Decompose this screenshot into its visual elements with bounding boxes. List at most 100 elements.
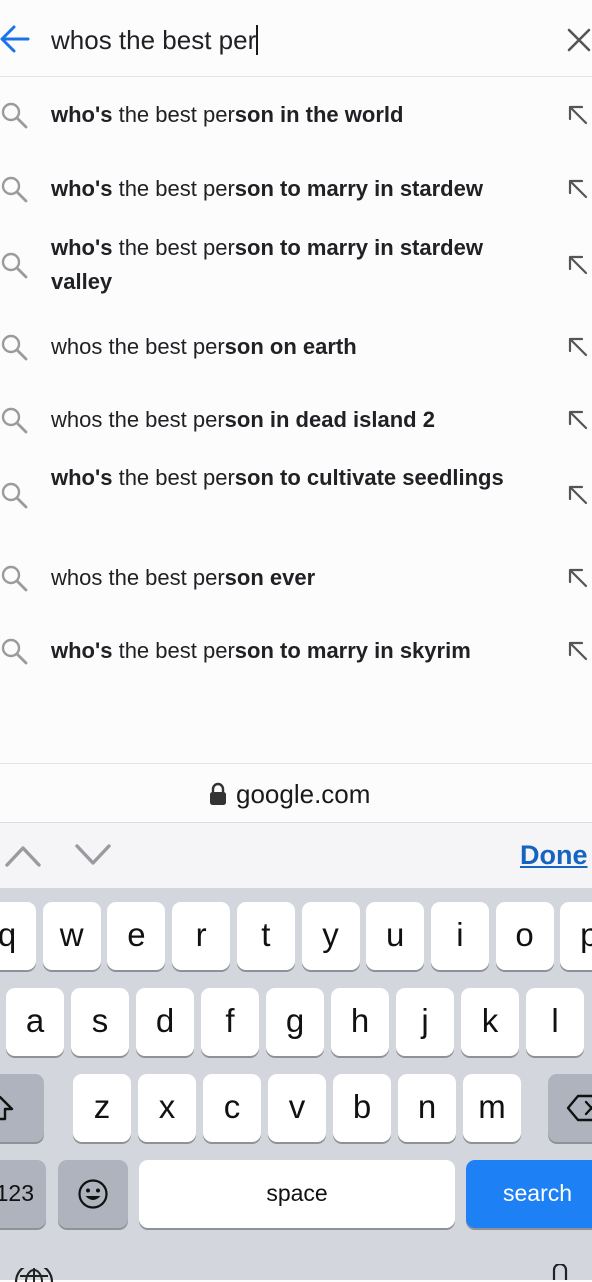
suggestion-completion: who's: [51, 465, 113, 490]
emoji-key[interactable]: [58, 1160, 128, 1228]
lock-icon: [210, 782, 226, 805]
key-f[interactable]: f: [201, 988, 259, 1056]
suggestion-text: who's the best person in the world: [51, 98, 546, 132]
fill-query-arrow-icon[interactable]: [567, 178, 589, 200]
key-a[interactable]: a: [6, 988, 64, 1056]
text-cursor: [256, 25, 259, 55]
space-key-label: space: [266, 1180, 328, 1206]
clear-icon[interactable]: [566, 27, 592, 53]
address-bar[interactable]: google.com: [0, 763, 592, 822]
shift-key[interactable]: [0, 1074, 44, 1142]
suggestion-typed-part: the best per: [112, 638, 235, 663]
suggestion-completion: son to marry in skyrim: [234, 638, 471, 663]
search-icon: [1, 565, 28, 592]
search-bar: whos the best per: [0, 0, 592, 77]
search-icon: [1, 176, 28, 203]
key-n[interactable]: n: [398, 1074, 456, 1142]
suggestion-item[interactable]: who's the best person in the world: [0, 76, 592, 154]
suggestion-item[interactable]: who's the best person to marry in starde…: [0, 150, 592, 228]
suggestion-typed-part: the best per: [112, 176, 235, 201]
suggestion-completion: who's: [51, 638, 113, 663]
fill-query-arrow-icon[interactable]: [567, 336, 589, 358]
key-v[interactable]: v: [268, 1074, 326, 1142]
key-d[interactable]: d: [136, 988, 194, 1056]
keyboard: 123 space search qwertyuiop asdfghjkl zxcv…: [0, 888, 592, 1282]
suggestion-item[interactable]: who's the best person to marry in skyrim: [0, 612, 592, 686]
key-p[interactable]: p: [560, 902, 592, 970]
key-y[interactable]: y: [301, 902, 360, 970]
search-input[interactable]: whos the best per: [51, 22, 259, 58]
suggestion-item[interactable]: whos the best person in dead island 2: [0, 381, 592, 453]
backspace-icon: [566, 1094, 592, 1122]
search-query-text: whos the best per: [51, 25, 257, 55]
back-arrow-icon[interactable]: [0, 22, 30, 56]
suggestion-typed-part: whos the best per: [51, 407, 225, 432]
key-z[interactable]: z: [73, 1074, 131, 1142]
backspace-key[interactable]: [548, 1074, 592, 1142]
search-icon: [1, 102, 28, 129]
key-c[interactable]: c: [203, 1074, 261, 1142]
key-i[interactable]: i: [430, 902, 489, 970]
emoji-icon: [78, 1179, 108, 1209]
key-h[interactable]: h: [331, 988, 389, 1056]
key-e[interactable]: e: [107, 902, 166, 970]
suggestion-completion: son in the world: [234, 102, 404, 127]
search-key[interactable]: search: [466, 1160, 592, 1228]
key-u[interactable]: u: [366, 902, 425, 970]
chevron-down-icon[interactable]: [74, 841, 112, 869]
suggestion-completion: son in dead island 2: [224, 407, 435, 432]
fill-query-arrow-icon[interactable]: [567, 640, 589, 662]
suggestion-text: who's the best person to marry in starde…: [51, 231, 546, 299]
microphone-icon[interactable]: [550, 1264, 570, 1280]
keyboard-toolbar: Done: [0, 822, 592, 889]
key-g[interactable]: g: [266, 988, 324, 1056]
suggestion-completion: son to cultivate seedlings: [234, 465, 504, 490]
suggestion-text: who's the best person to marry in skyrim: [51, 634, 546, 668]
key-j[interactable]: j: [396, 988, 454, 1056]
key-r[interactable]: r: [172, 902, 231, 970]
key-x[interactable]: x: [138, 1074, 196, 1142]
fill-query-arrow-icon[interactable]: [567, 409, 589, 431]
suggestion-typed-part: whos the best per: [51, 334, 225, 359]
suggestion-text: whos the best person on earth: [51, 330, 546, 364]
suggestion-item[interactable]: who's the best person to cultivate seedl…: [0, 456, 592, 538]
address-domain: google.com: [236, 779, 371, 809]
shift-icon: [0, 1095, 14, 1121]
fill-query-arrow-icon[interactable]: [567, 484, 589, 506]
fill-query-arrow-icon[interactable]: [567, 567, 589, 589]
key-k[interactable]: k: [461, 988, 519, 1056]
chevron-up-icon[interactable]: [4, 841, 42, 869]
fill-query-arrow-icon[interactable]: [567, 104, 589, 126]
search-icon: [1, 252, 28, 279]
key-m[interactable]: m: [463, 1074, 521, 1142]
suggestion-text: whos the best person in dead island 2: [51, 403, 546, 437]
key-b[interactable]: b: [333, 1074, 391, 1142]
suggestion-item[interactable]: who's the best person to marry in starde…: [0, 226, 592, 308]
search-icon: [1, 407, 28, 434]
space-key[interactable]: space: [139, 1160, 455, 1228]
search-icon: [1, 638, 28, 665]
suggestion-typed-part: the best per: [112, 102, 235, 127]
suggestion-typed-part: the best per: [112, 235, 235, 260]
suggestion-typed-part: the best per: [112, 465, 235, 490]
numbers-key-label: 123: [0, 1180, 34, 1206]
key-s[interactable]: s: [71, 988, 129, 1056]
suggestion-completion: who's: [51, 176, 113, 201]
suggestion-typed-part: whos the best per: [51, 565, 225, 590]
suggestion-text: who's the best person to cultivate seedl…: [51, 461, 546, 495]
done-button[interactable]: Done: [520, 837, 588, 873]
suggestion-item[interactable]: whos the best person on earth: [0, 308, 592, 380]
key-w[interactable]: w: [42, 902, 101, 970]
suggestion-text: whos the best person ever: [51, 561, 546, 595]
suggestion-completion: son ever: [224, 565, 316, 590]
key-l[interactable]: l: [526, 988, 584, 1056]
key-q[interactable]: q: [0, 902, 36, 970]
key-t[interactable]: t: [236, 902, 295, 970]
search-icon: [1, 482, 28, 509]
numbers-key[interactable]: 123: [0, 1160, 46, 1228]
suggestion-completion: son to marry in stardew: [234, 176, 483, 201]
key-o[interactable]: o: [495, 902, 554, 970]
suggestion-item[interactable]: whos the best person ever: [0, 539, 592, 611]
fill-query-arrow-icon[interactable]: [567, 254, 589, 276]
suggestion-text: who's the best person to marry in starde…: [51, 172, 546, 206]
